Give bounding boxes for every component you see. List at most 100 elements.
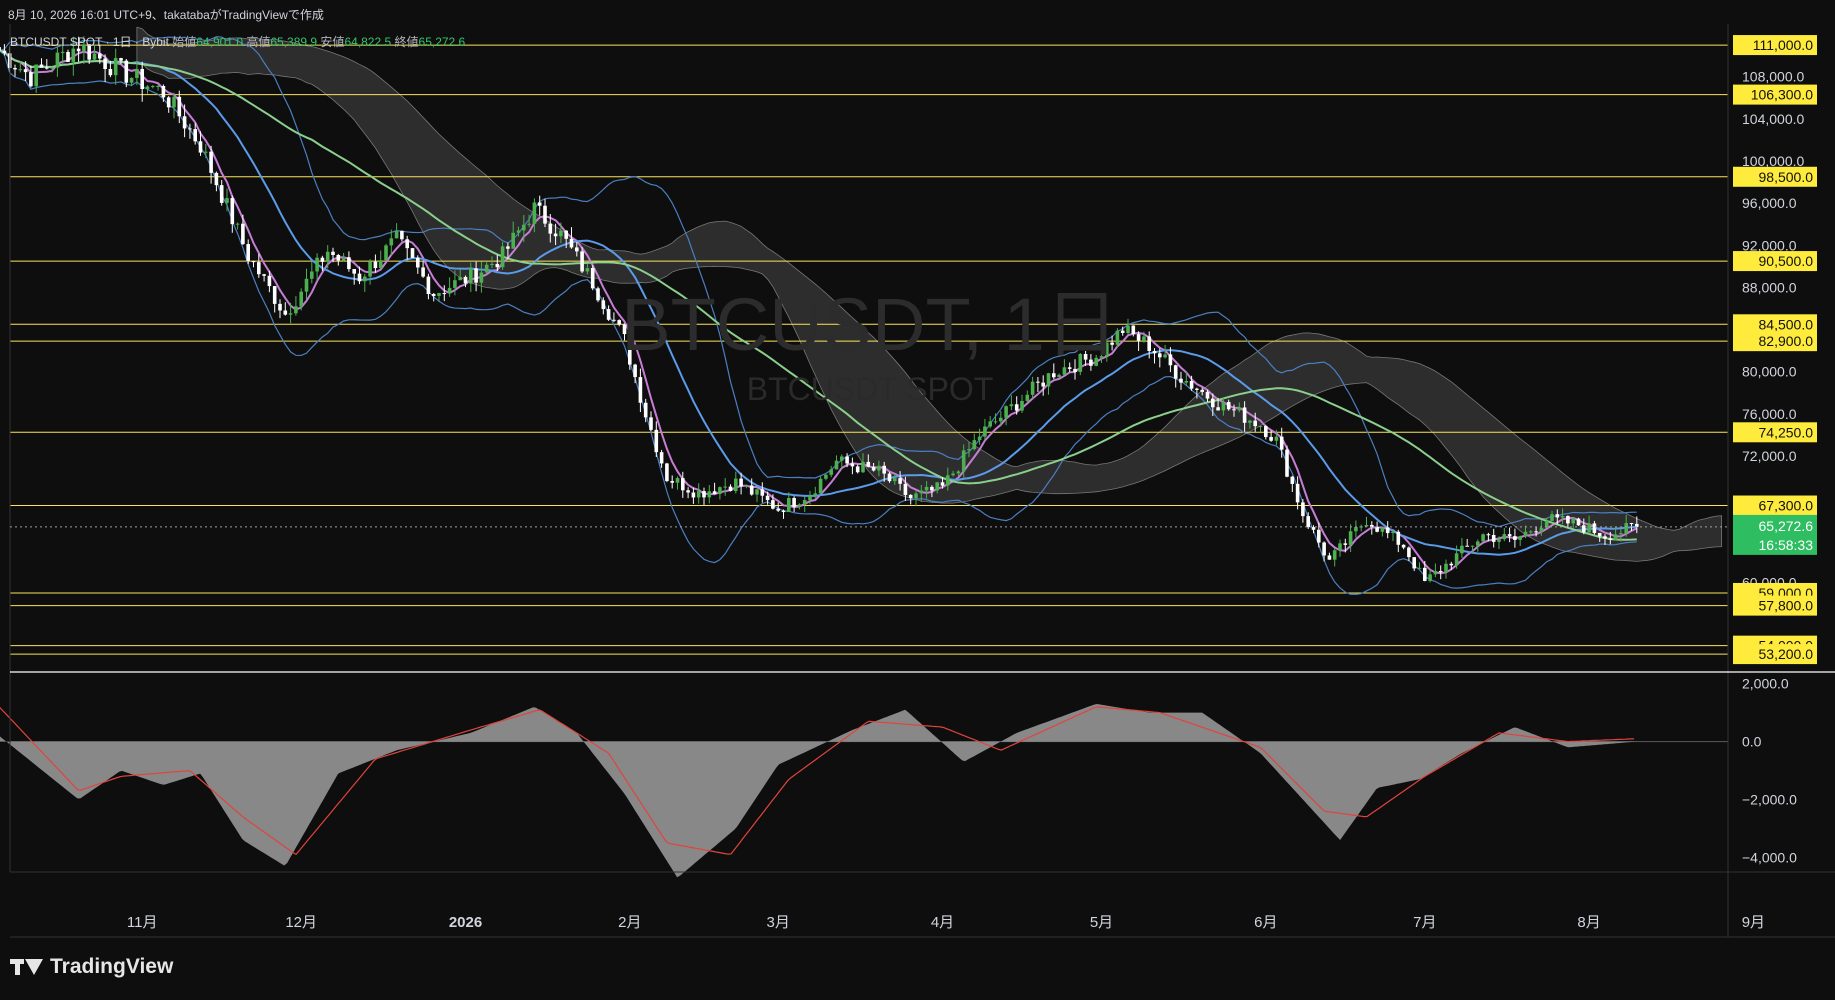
candle-body [956, 471, 961, 474]
candle-body [1428, 574, 1432, 581]
candle-body [1136, 334, 1141, 341]
candle-body [924, 486, 929, 491]
candle-body [1449, 563, 1454, 566]
candle-body [431, 294, 436, 296]
candle-body [1030, 381, 1035, 395]
candle-body [749, 485, 754, 495]
candle-body [548, 223, 553, 234]
candle-body [124, 60, 129, 83]
candle-body [1242, 407, 1247, 423]
candle-body [363, 276, 367, 282]
candle-body [893, 478, 897, 482]
candle-body [447, 287, 452, 294]
trading-chart[interactable]: 108,000.0 104,000.0 100,000.0 96,000.0 92,00… [0, 0, 1835, 1000]
candle-body [935, 482, 939, 491]
candle-body [654, 429, 659, 453]
candle-body [1142, 336, 1146, 341]
candle-body [267, 275, 272, 287]
candle-body [601, 300, 606, 310]
candle-body [310, 271, 314, 279]
candle-body [1189, 380, 1194, 389]
candle-body [1279, 436, 1284, 450]
level-tag-label: 82,900.0 [1759, 333, 1814, 349]
candle-body [643, 402, 648, 418]
candle-body [1120, 330, 1125, 334]
osc-tick-label: 0.0 [1742, 734, 1762, 750]
candle-body [866, 461, 871, 467]
candle-body [1168, 354, 1173, 366]
candle-body [463, 276, 468, 284]
candle-body [1200, 389, 1204, 392]
candle-body [352, 269, 356, 274]
candle-body [712, 491, 717, 495]
candle-body [999, 417, 1003, 422]
candle-body [331, 251, 335, 256]
candle-body [633, 364, 637, 378]
candle-body [426, 276, 431, 295]
level-tag-label: 98,500.0 [1759, 169, 1814, 185]
candle-body [882, 465, 886, 474]
candle-body [1348, 531, 1353, 545]
candle-body [1539, 527, 1544, 532]
candle-body [1396, 531, 1401, 545]
candle-body [1603, 536, 1607, 539]
time-tick-label: 5月 [1090, 914, 1113, 931]
candle-body [569, 238, 574, 248]
candle-body [1062, 367, 1067, 375]
candle-body [1067, 367, 1072, 369]
candle-body [1582, 525, 1586, 533]
candle-body [696, 491, 701, 498]
level-tag-label: 53,200.0 [1759, 646, 1814, 662]
candle-body [145, 86, 150, 89]
candle-body [294, 306, 298, 314]
candle-body [792, 497, 796, 507]
candle-body [161, 85, 166, 98]
candle-body [691, 492, 696, 498]
candle-body [808, 495, 812, 501]
candle-body [590, 268, 595, 289]
candle-body [1571, 518, 1575, 524]
candle-body [1041, 382, 1045, 387]
candle-body [840, 456, 844, 461]
tradingview-branding[interactable]: TradingView [10, 955, 173, 979]
candle-body [776, 508, 780, 511]
candle-body [580, 251, 584, 272]
candle-body [739, 478, 743, 487]
candle-body [1619, 533, 1623, 535]
candle-body [45, 67, 49, 69]
watermark-title: BTCUSDT, 1日 [621, 283, 1119, 366]
candle-body [638, 377, 643, 403]
candle-body [1518, 536, 1522, 540]
candle-body [278, 303, 282, 311]
candle-body [1004, 406, 1008, 418]
candle-body [113, 58, 118, 76]
level-tag-label: 106,300.0 [1751, 87, 1813, 103]
candle-body [368, 261, 372, 277]
candle-body [394, 230, 399, 239]
candle-body [1152, 350, 1157, 354]
symbol-label[interactable]: BTCUSDT SPOT · 1日 · Bybit [10, 35, 169, 49]
candle-body [1020, 400, 1024, 411]
candle-body [1465, 545, 1469, 547]
candle-body [993, 421, 998, 423]
candle-body [246, 244, 250, 261]
candle-body [930, 486, 934, 491]
candle-body [585, 268, 590, 272]
candle-body [1444, 563, 1448, 573]
candle-body [914, 493, 918, 499]
candle-body [728, 486, 733, 492]
price-tick-label: 88,000.0 [1742, 279, 1797, 295]
candle-body [29, 72, 33, 87]
candle-body [251, 260, 256, 263]
candle-body [532, 202, 537, 224]
candle-body [453, 280, 457, 288]
low-value: 64,822.5 [344, 35, 392, 49]
candle-body [151, 86, 155, 88]
candle-body [1481, 534, 1485, 542]
candle-body [225, 198, 229, 203]
candle-body [1025, 394, 1030, 401]
candle-body [855, 466, 860, 473]
price-tick-label: 100,000.0 [1742, 153, 1804, 169]
candle-body [39, 64, 44, 68]
candle-body [347, 257, 351, 270]
